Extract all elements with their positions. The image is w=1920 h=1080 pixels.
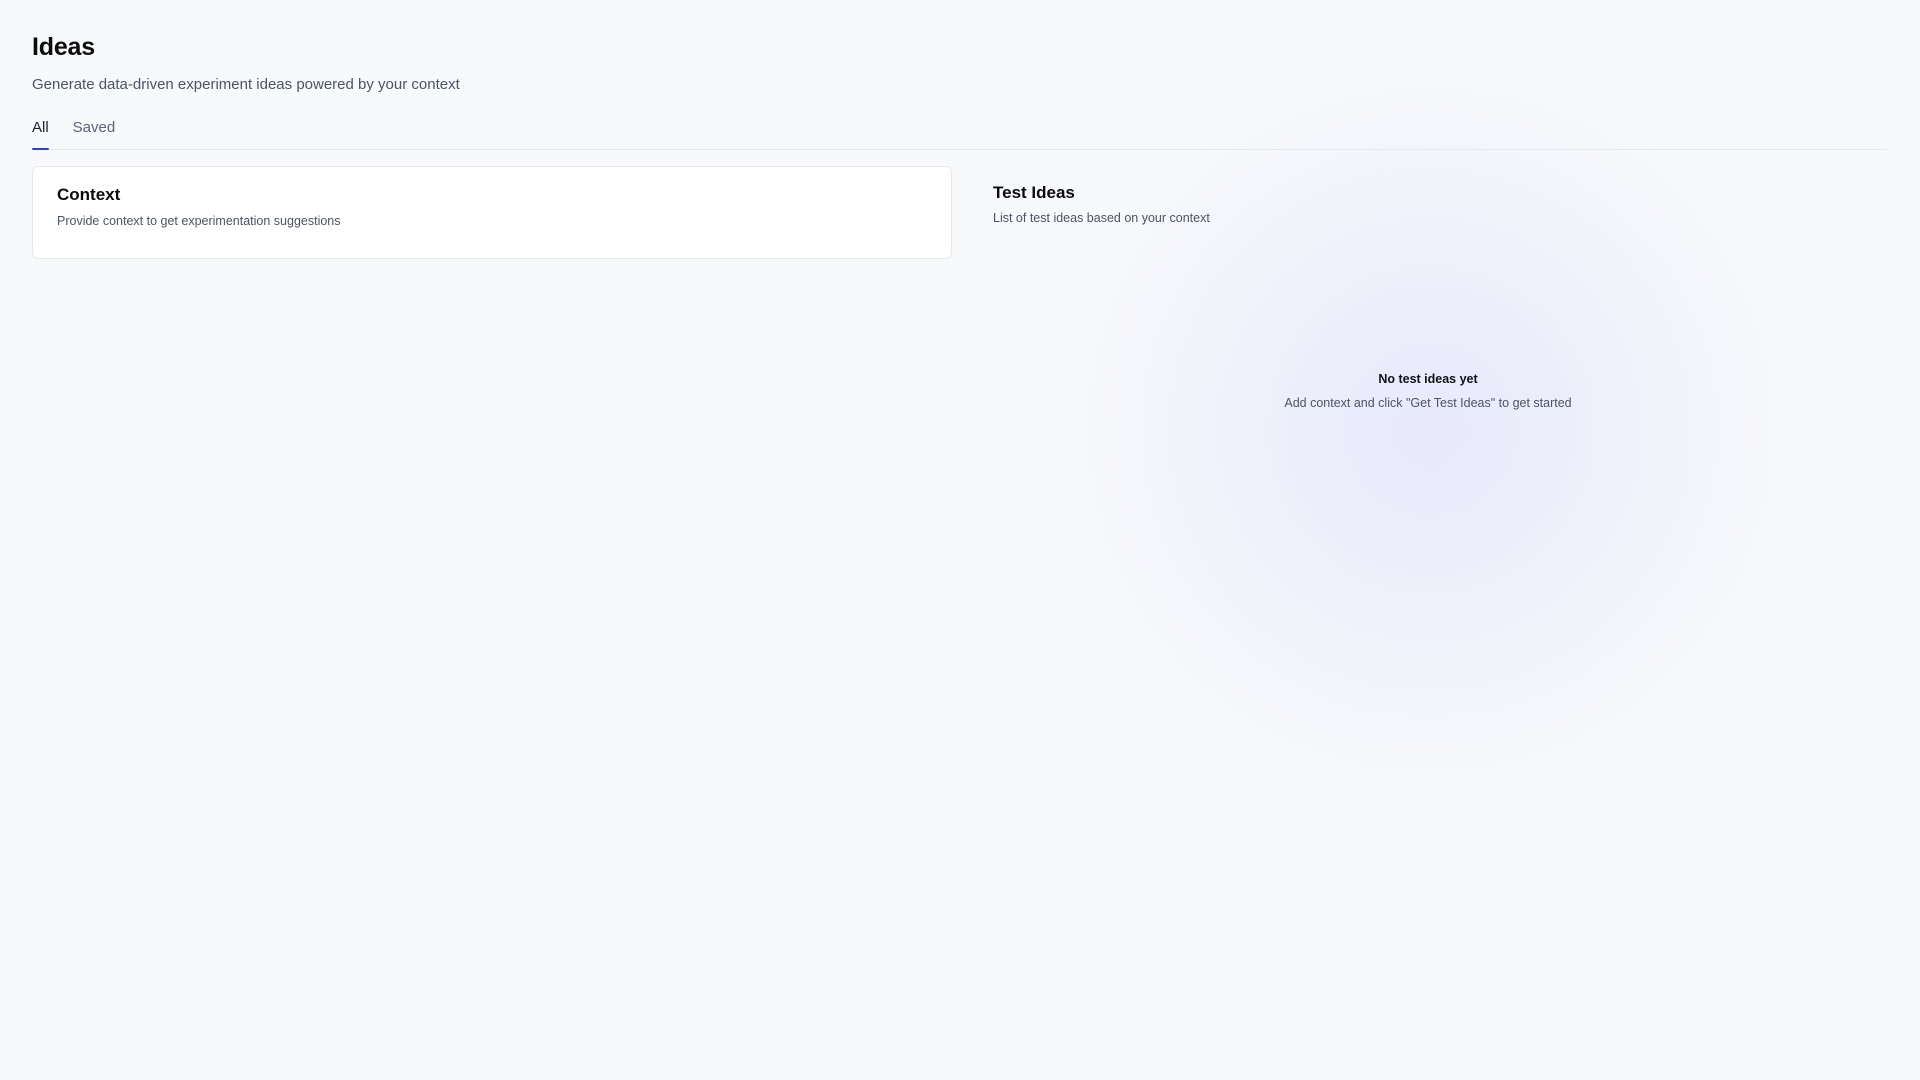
- ideas-page: Ideas Generate data-driven experiment id…: [0, 0, 1920, 1080]
- test-ideas-panel: Test Ideas List of test ideas based on y…: [993, 166, 1887, 726]
- page-header: Ideas Generate data-driven experiment id…: [32, 30, 460, 95]
- tab-all[interactable]: All: [32, 116, 49, 150]
- context-card-title: Context: [57, 185, 121, 204]
- tab-bar: All Saved: [32, 116, 1887, 150]
- empty-state: No test ideas yet Add context and click …: [1178, 370, 1678, 412]
- context-card-description: Provide context to get experimentation s…: [57, 214, 341, 228]
- page-subtitle: Generate data-driven experiment ideas po…: [32, 76, 460, 93]
- context-card[interactable]: Context Provide context to get experimen…: [32, 166, 952, 259]
- test-ideas-title: Test Ideas: [993, 183, 1075, 202]
- page-title: Ideas: [32, 33, 95, 61]
- tab-saved[interactable]: Saved: [73, 116, 116, 149]
- test-ideas-description: List of test ideas based on your context: [993, 211, 1210, 225]
- empty-state-text: Add context and click "Get Test Ideas" t…: [1284, 396, 1572, 410]
- empty-state-title: No test ideas yet: [1378, 372, 1478, 386]
